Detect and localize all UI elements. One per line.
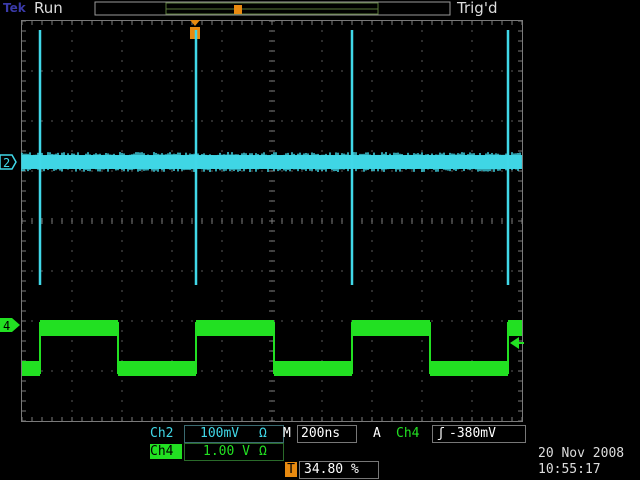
scope-display: 2 4 bbox=[0, 0, 640, 480]
ch4-impedance: Ω bbox=[259, 444, 267, 459]
ch2-readout-name: Ch2 bbox=[150, 426, 173, 441]
ch4-scale: 1.00 V bbox=[203, 444, 250, 459]
trigger-mode: A bbox=[373, 426, 381, 441]
ch4-marker-label: 4 bbox=[3, 319, 10, 333]
ch2-marker-label: 2 bbox=[3, 156, 10, 170]
ch4-readout-name: Ch4 bbox=[150, 444, 182, 459]
time-display: 10:55:17 bbox=[538, 462, 601, 477]
ch2-waveform bbox=[22, 30, 522, 285]
trigger-slope-icon: ʃ bbox=[437, 426, 445, 441]
trigger-position-marker: T bbox=[285, 462, 297, 477]
ch4-waveform bbox=[22, 320, 522, 376]
record-trigger-icon bbox=[234, 5, 242, 14]
trigger-source: Ch4 bbox=[396, 426, 419, 441]
trigger-level-icon bbox=[510, 337, 524, 349]
trigger-position-value: 34.80 % bbox=[304, 462, 359, 477]
ch2-scale: 100mV bbox=[200, 426, 239, 441]
ch2-impedance: Ω bbox=[259, 426, 267, 441]
trigger-level: -380mV bbox=[449, 426, 496, 441]
date-display: 20 Nov 2008 bbox=[538, 446, 624, 461]
timebase-value: 200ns bbox=[301, 426, 340, 441]
timebase-label: M bbox=[283, 426, 291, 441]
